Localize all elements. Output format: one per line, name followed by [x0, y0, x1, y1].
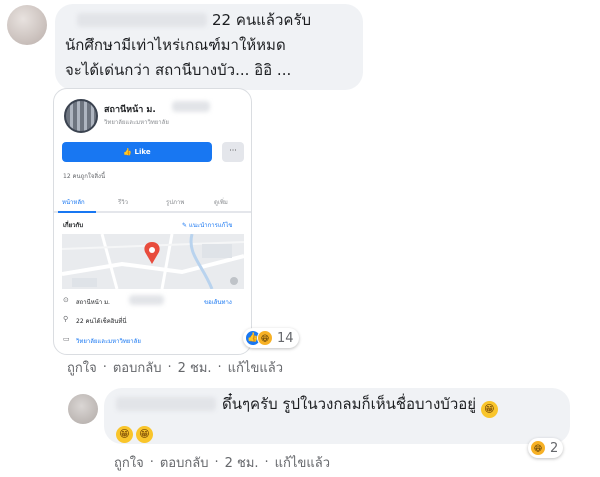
reply-timestamp[interactable]: 2 ชม.	[225, 452, 259, 473]
page-name: สถานีหน้า ม.	[104, 105, 156, 115]
pin-icon: ⚲	[63, 315, 69, 323]
like-comment-link[interactable]: ถูกใจ	[67, 357, 97, 378]
page-profile-picture	[64, 99, 98, 133]
comment-line-2: นักศึกษามีเท่าไหร่เกณฑ์มาให้หมด	[65, 36, 286, 54]
reply-text-line: ดึ๋นๆครับ รูปในวงกลมก็เห็นชื่อบางบัวอยู่	[222, 395, 477, 413]
category-link: วิทยาลัยและมหาวิทยาลัย	[76, 338, 141, 345]
reply-comment-link[interactable]: ตอบกลับ	[113, 357, 162, 378]
blurred-reply-author[interactable]	[116, 397, 216, 411]
comment-actions: ถูกใจ · ตอบกลับ · 2 ชม. · แก้ไขแล้ว	[67, 357, 289, 378]
reply-text: ดึ๋นๆครับ รูปในวงกลมก็เห็นชื่อบางบัวอยู่…	[222, 393, 498, 418]
separator: ·	[102, 360, 107, 375]
reply-avatar[interactable]	[68, 394, 98, 424]
blurred-page-name	[172, 101, 210, 112]
like-reply-link[interactable]: ถูกใจ	[114, 452, 144, 473]
separator: ·	[217, 360, 222, 375]
reply-edited-label: แก้ไขแล้ว	[274, 456, 330, 471]
location-map	[62, 234, 244, 289]
separator: ·	[167, 360, 172, 375]
haha-reaction-icon: 😆	[257, 330, 273, 346]
blurred-address	[129, 295, 164, 305]
reply-bubble: ดึ๋นๆครับ รูปในวงกลมก็เห็นชื่อบางบัวอยู่…	[104, 388, 570, 444]
tab-more: ดูเพิ่ม	[214, 199, 228, 206]
reply-reactions[interactable]: 😆 2	[528, 438, 564, 458]
edited-label: แก้ไขแล้ว	[227, 361, 283, 376]
map-graphic	[62, 234, 244, 289]
checkins-text: 22 คนได้เช็คอินที่นี่	[76, 318, 127, 325]
comment-reactions[interactable]: 👍 😆 14	[243, 328, 299, 348]
grinning-emoji-icon: 😁	[480, 401, 498, 418]
page-category: วิทยาลัยและมหาวิทยาลัย	[104, 119, 169, 126]
commenter-avatar[interactable]	[7, 5, 47, 45]
separator: ·	[149, 455, 154, 470]
like-page-label: Like	[134, 148, 151, 156]
comment-timestamp[interactable]: 2 ชม.	[178, 357, 212, 378]
haha-reaction-icon: 😆	[530, 440, 546, 456]
tab-photos: รูปภาพ	[166, 199, 185, 206]
thumbs-up-icon: 👍	[123, 148, 133, 156]
page-address: สถานีหน้า ม.	[76, 299, 110, 306]
comment-bubble: 22 คนแล้วครับ นักศึกษามีเท่าไหร่เกณฑ์มาใ…	[55, 4, 363, 90]
pencil-icon: ✎	[182, 222, 188, 229]
location-icon: ⊙	[63, 296, 69, 304]
active-tab-indicator	[58, 211, 96, 213]
reply-reaction-count: 2	[550, 440, 559, 456]
reaction-count: 14	[277, 330, 294, 346]
category-icon: ▭	[63, 335, 70, 343]
tab-reviews: รีวิว	[118, 199, 128, 206]
suggest-edit-link: ✎ แนะนำการแก้ไข	[182, 220, 232, 230]
tab-home: หน้าหลัก	[62, 199, 85, 206]
attached-screenshot[interactable]: สถานีหน้า ม. วิทยาลัยและมหาวิทยาลัย 👍 Li…	[53, 88, 252, 355]
blurred-commenter-name[interactable]	[77, 13, 207, 27]
page-likes-count: 12 คนถูกใจสิ่งนี้	[63, 173, 106, 180]
like-page-button: 👍 Like	[62, 142, 212, 162]
comment-line-3: จะได้เด่นกว่า สถานีบางบัว... อิอิ ...	[65, 61, 292, 79]
comment-line-1: 22 คนแล้วครับ	[212, 11, 312, 29]
more-button: ···	[222, 142, 244, 162]
reply-actions: ถูกใจ · ตอบกลับ · 2 ชม. · แก้ไขแล้ว	[114, 452, 336, 473]
grinning-emoji-icon: 😁	[116, 426, 133, 443]
reply-reply-link[interactable]: ตอบกลับ	[160, 452, 209, 473]
separator: ·	[214, 455, 219, 470]
grinning-emoji-icon: 😁	[136, 426, 153, 443]
about-section-title: เกี่ยวกับ	[63, 222, 84, 229]
reply-emoji-line: 😁 😁	[116, 418, 153, 443]
separator: ·	[264, 455, 269, 470]
directions-link: ขอเส้นทาง	[204, 299, 232, 306]
page-tabs: หน้าหลัก รีวิว รูปภาพ ดูเพิ่ม	[54, 191, 251, 213]
suggest-edit-label: แนะนำการแก้ไข	[188, 222, 233, 229]
